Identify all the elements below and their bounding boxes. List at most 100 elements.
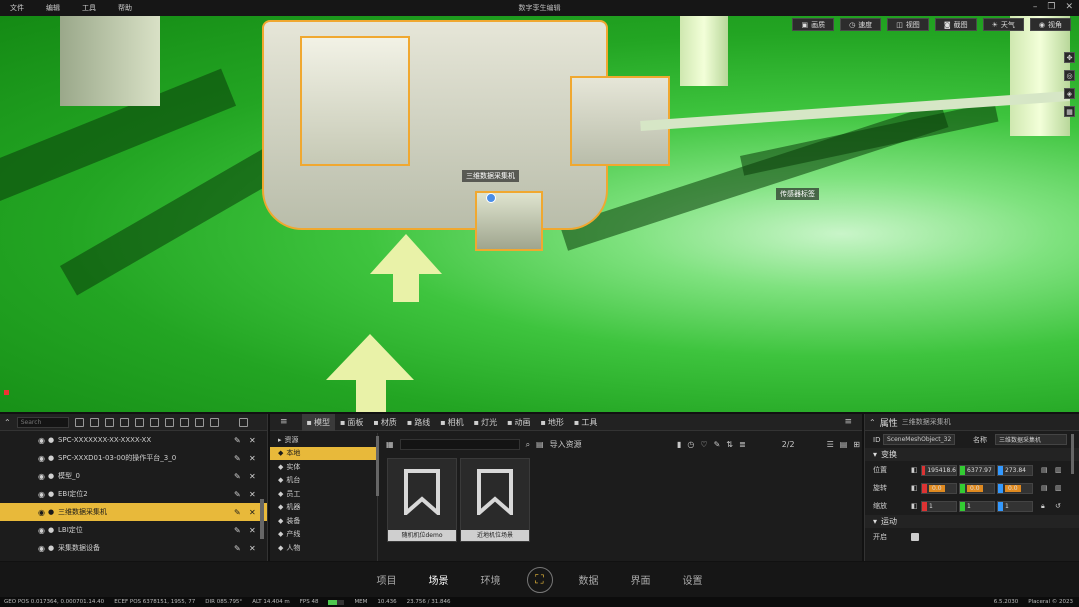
compass-icon[interactable]: ◈ [1064, 88, 1075, 99]
delete-icon[interactable]: ▮ [677, 440, 681, 449]
nav-scene[interactable]: 场景 [413, 572, 465, 587]
scale-y-field[interactable]: 1 [959, 500, 995, 512]
transform-section[interactable]: ▾ 变换 [865, 448, 1079, 461]
category-item[interactable]: ◆ 人物 [270, 541, 377, 555]
tab-animation[interactable]: ▪ 动画 [502, 414, 535, 431]
tag-icon[interactable] [194, 417, 204, 427]
perspective-button[interactable]: ◉ 视角 [1029, 18, 1071, 31]
tab-wrench[interactable]: ▪ 工具 [569, 414, 602, 431]
tab-terrain[interactable]: ▪ 地形 [536, 414, 569, 431]
edit-icon[interactable]: ✎ [234, 472, 241, 481]
tab-route[interactable]: ▪ 路线 [402, 414, 435, 431]
name-field[interactable]: 三维数据采集机 [995, 434, 1067, 445]
grid-icon[interactable]: ▦ [386, 440, 394, 449]
asset-path-field[interactable] [399, 439, 520, 450]
menu-edit[interactable]: 编辑 [46, 3, 60, 13]
arrows-icon[interactable] [164, 417, 174, 427]
tree-row[interactable]: ◉ ● SPC-XXXD01-03-00的操作平台_3_0 ✎ ✕ [0, 449, 267, 467]
tree-row[interactable]: ◉ ● 三维数据采集机 ✎ ✕ [0, 503, 267, 521]
lock-icon[interactable]: ◧ [911, 502, 918, 510]
rotation-z-field[interactable]: 0.0 [997, 482, 1033, 494]
maximize-icon[interactable]: ❐ [1047, 2, 1055, 12]
collapse-icon[interactable]: ⌃ [869, 418, 876, 427]
menu-file[interactable]: 文件 [10, 3, 24, 13]
position-y-field[interactable]: 6377.97 [959, 464, 995, 476]
delete-icon[interactable]: ✕ [249, 436, 256, 445]
edit-icon[interactable]: ✎ [234, 526, 241, 535]
reset-icon[interactable]: ↺ [1055, 502, 1061, 510]
scale-z-field[interactable]: 1 [997, 500, 1033, 512]
favorite-icon[interactable]: ♡ [700, 440, 707, 449]
eye-icon[interactable]: ◉ [38, 472, 45, 481]
tab-cube[interactable]: ▪ 模型 [301, 413, 335, 431]
delete-icon[interactable]: ✕ [249, 526, 256, 535]
rotation-y-field[interactable]: 0.0 [959, 482, 995, 494]
eye-icon[interactable]: ◉ [38, 544, 45, 553]
paste-icon[interactable]: ▥ [1055, 466, 1062, 474]
edit-icon[interactable]: ✎ [714, 440, 721, 449]
detail-view-icon[interactable]: ▤ [840, 440, 848, 449]
delete-icon[interactable]: ✕ [249, 454, 256, 463]
nav-data[interactable]: 数据 [563, 572, 615, 587]
search-icon[interactable]: ⌕ [526, 440, 530, 450]
3d-viewport[interactable]: 三维数据采集机 传感器标签 ▣ 画质 ◷ 速度 ◫ 视图 ◙ 截图 ☀ 天气 ◉ 视角 ✥ … [0, 16, 1079, 412]
layers-icon[interactable]: ▦ [1064, 106, 1075, 117]
lock-icon[interactable]: ◧ [911, 466, 918, 474]
globe-icon[interactable]: ◎ [1064, 70, 1075, 81]
category-item[interactable]: ◆ 实体 [270, 460, 377, 474]
delete-icon[interactable]: ✕ [249, 508, 256, 517]
tab-material[interactable]: ▪ 材质 [368, 414, 401, 431]
outliner-scrollbar[interactable] [260, 499, 264, 539]
id-field[interactable]: SceneMeshObject_32 [883, 434, 955, 445]
eye-icon[interactable]: ◉ [38, 454, 45, 463]
filter-icon[interactable] [149, 417, 159, 427]
delete-icon[interactable]: ✕ [249, 544, 256, 553]
delete-icon[interactable]: ✕ [249, 490, 256, 499]
history-icon[interactable]: ◷ [687, 440, 694, 449]
category-scrollbar[interactable] [376, 436, 379, 496]
menu-help[interactable]: 帮助 [118, 3, 132, 13]
category-item[interactable]: ▸ 资源 [270, 433, 377, 447]
tile-view-icon[interactable]: ⊞ [853, 440, 860, 449]
more-icon[interactable]: ≡ [844, 417, 852, 427]
position-z-field[interactable]: 273.84 [997, 464, 1033, 476]
category-item[interactable]: ◆ 本地 [270, 446, 377, 460]
selected-device[interactable] [475, 191, 543, 251]
view-button[interactable]: ◫ 视图 [887, 18, 929, 31]
copy-icon[interactable]: ▤ [1041, 466, 1048, 474]
asset-card[interactable]: 近地机位场景 [460, 458, 530, 542]
list-sort-icon[interactable]: ≣ [739, 440, 746, 449]
menu-icon[interactable]: ≡ [280, 417, 288, 427]
properties-scrollbar[interactable] [1071, 434, 1074, 474]
outliner-search-input[interactable] [16, 416, 69, 428]
close-icon[interactable]: ✕ [1065, 2, 1073, 12]
edit-icon[interactable]: ✎ [234, 508, 241, 517]
eye-icon[interactable]: ◉ [38, 436, 45, 445]
edit-icon[interactable]: ✎ [234, 544, 241, 553]
copy-icon[interactable] [209, 417, 219, 427]
category-item[interactable]: ◆ 产线 [270, 528, 377, 542]
move-icon[interactable]: ✥ [1064, 52, 1075, 63]
nav-environment[interactable]: 环境 [465, 572, 517, 587]
speed-button[interactable]: ◷ 速度 [840, 18, 882, 31]
camera-icon[interactable] [119, 417, 129, 427]
sort-icon[interactable]: ⇅ [726, 440, 733, 449]
delete-icon[interactable]: ✕ [249, 472, 256, 481]
category-item[interactable]: ◆ 员工 [270, 487, 377, 501]
nav-settings[interactable]: 设置 [667, 572, 719, 587]
focus-icon[interactable] [104, 417, 114, 427]
asset-card[interactable]: 随机机位demo [387, 458, 457, 542]
nav-project[interactable]: 项目 [361, 572, 413, 587]
tree-row[interactable]: ◉●EBI定位2 ✎ ✕ [0, 485, 267, 503]
collapse-icon[interactable]: ⌃ [4, 418, 11, 427]
edit-icon[interactable]: ✎ [234, 454, 241, 463]
tree-row[interactable]: ◉ ● SPC-XXXXXXX-XX-XXXX-XX ✎ ✕ [0, 431, 267, 449]
location-pin-icon[interactable] [486, 193, 496, 203]
box-icon[interactable] [179, 417, 189, 427]
category-item[interactable]: ◆ 装备 [270, 514, 377, 528]
scale-x-field[interactable]: 1 [921, 500, 957, 512]
tab-camera[interactable]: ▪ 相机 [435, 414, 468, 431]
import-button[interactable]: 导入资源 [550, 439, 582, 450]
motion-section[interactable]: ▾ 运动 [865, 515, 1079, 528]
category-item[interactable]: ◆ 机器 [270, 501, 377, 515]
